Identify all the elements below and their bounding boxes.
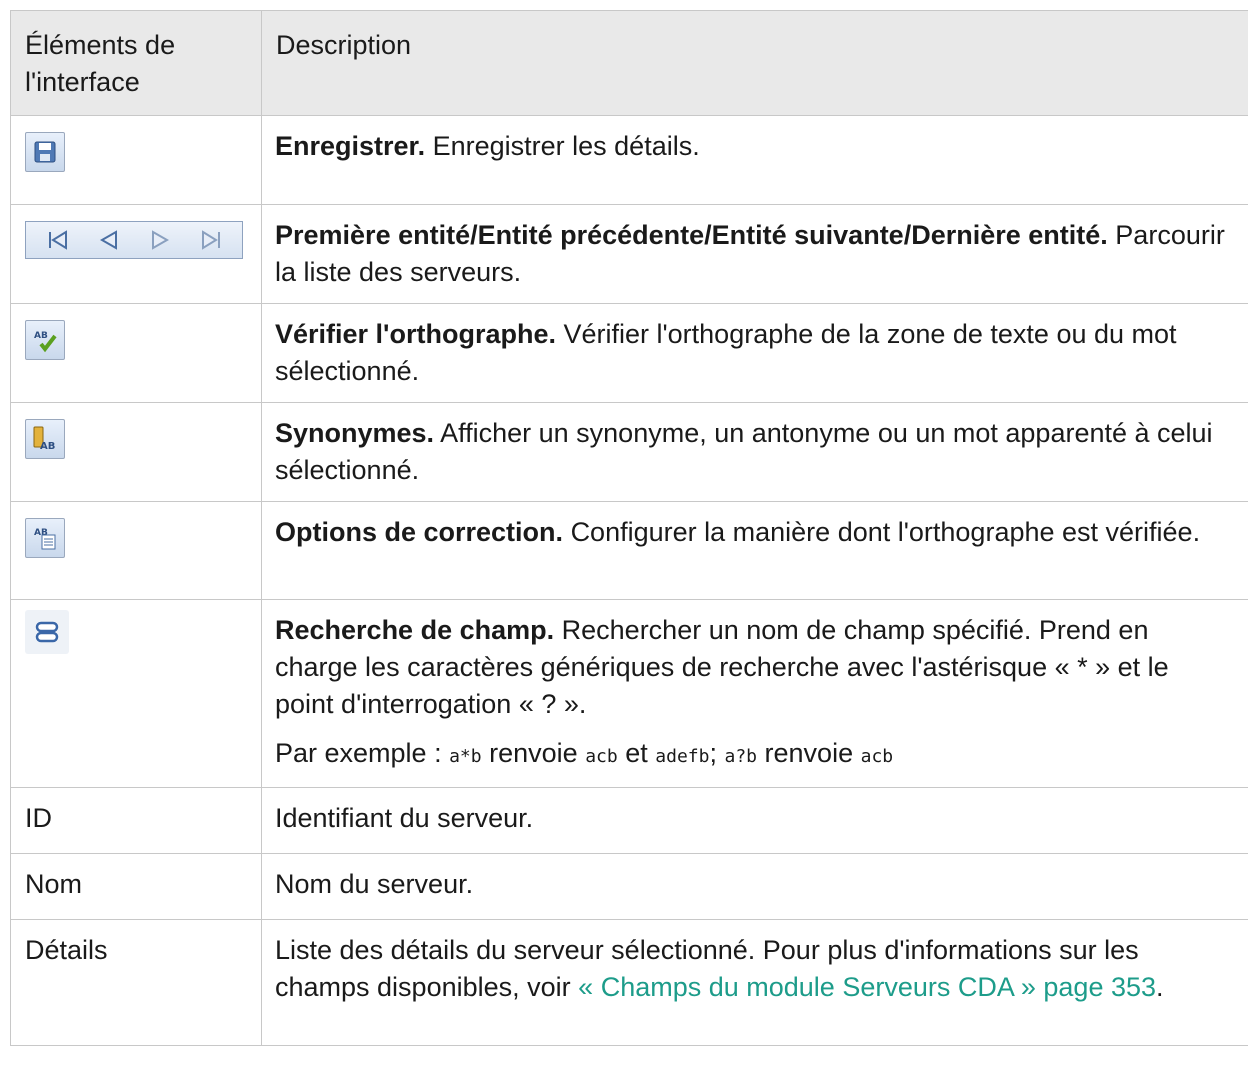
ui-element-cell: AB xyxy=(10,501,262,600)
svg-text:AB: AB xyxy=(34,331,48,341)
code-sample: acb xyxy=(860,746,894,767)
row-title: Recherche de champ. xyxy=(275,615,555,645)
table-row: Détails Liste des détails du serveur sél… xyxy=(10,919,1248,1046)
example-line: Par exemple : a*b renvoie acb et adefb; … xyxy=(275,735,1232,775)
header-description: Description xyxy=(261,10,1248,116)
table-row: AB Vérifier l'orthographe. Vérifier l'or… xyxy=(10,303,1248,403)
example-word: renvoie xyxy=(489,738,578,768)
description-cell: Options de correction. Configurer la man… xyxy=(261,501,1248,600)
svg-text:AB: AB xyxy=(40,441,55,452)
field-label-nom: Nom xyxy=(25,869,83,899)
next-entity-icon[interactable] xyxy=(147,228,173,252)
ui-element-cell: Détails xyxy=(10,919,262,1046)
example-word: renvoie xyxy=(764,738,854,768)
last-entity-icon[interactable] xyxy=(198,228,224,252)
description-cell: Vérifier l'orthographe. Vérifier l'ortho… xyxy=(261,303,1248,403)
navigation-toolbar xyxy=(25,221,243,259)
row-title: Synonymes. xyxy=(275,418,435,448)
row-text: Identifiant du serveur. xyxy=(275,803,534,833)
example-word: et xyxy=(625,738,648,768)
table-row: AB Options de correction. Configurer la … xyxy=(10,501,1248,600)
description-cell: Identifiant du serveur. xyxy=(261,787,1248,854)
row-text: Enregistrer les détails. xyxy=(432,131,700,161)
field-label-id: ID xyxy=(25,803,52,833)
table-header-row: Éléments de l'interface Description xyxy=(10,10,1248,116)
code-sample: adefb xyxy=(655,746,710,767)
description-cell: Recherche de champ. Rechercher un nom de… xyxy=(261,599,1248,788)
code-sample: a*b xyxy=(449,746,482,767)
ui-element-cell xyxy=(10,204,262,304)
ui-element-cell: AB xyxy=(10,402,262,502)
spell-check-icon[interactable]: AB xyxy=(25,320,65,360)
field-label-details: Détails xyxy=(25,935,108,965)
row-text: Configurer la manière dont l'orthographe… xyxy=(570,517,1201,547)
table-row: Nom Nom du serveur. xyxy=(10,853,1248,920)
row-text: Nom du serveur. xyxy=(275,869,474,899)
description-cell: Liste des détails du serveur sélectionné… xyxy=(261,919,1248,1046)
row-title: Première entité/Entité précédente/Entité… xyxy=(275,220,1108,250)
description-cell: Première entité/Entité précédente/Entité… xyxy=(261,204,1248,304)
fields-link[interactable]: « Champs du module Serveurs CDA » page 3… xyxy=(578,972,1156,1002)
row-title: Options de correction. xyxy=(275,517,564,547)
example-separator: ; xyxy=(709,738,717,768)
table-row: AB Synonymes. Afficher un synonyme, un a… xyxy=(10,402,1248,502)
code-sample: a?b xyxy=(724,746,758,767)
table-row: Première entité/Entité précédente/Entité… xyxy=(10,204,1248,304)
table-row: Enregistrer. Enregistrer les détails. xyxy=(10,115,1248,205)
table-row: ID Identifiant du serveur. xyxy=(10,787,1248,854)
sentence-end: . xyxy=(1156,972,1164,1002)
row-title: Enregistrer. xyxy=(275,131,426,161)
first-entity-icon[interactable] xyxy=(45,228,71,252)
description-cell: Synonymes. Afficher un synonyme, un anto… xyxy=(261,402,1248,502)
ui-element-cell: ID xyxy=(10,787,262,854)
ui-element-cell: AB xyxy=(10,303,262,403)
ui-element-cell xyxy=(10,115,262,205)
description-cell: Nom du serveur. xyxy=(261,853,1248,920)
row-title: Vérifier l'orthographe. xyxy=(275,319,556,349)
code-sample: acb xyxy=(585,746,618,767)
table-row: Recherche de champ. Rechercher un nom de… xyxy=(10,599,1248,788)
ui-element-cell: Nom xyxy=(10,853,262,920)
thesaurus-icon[interactable]: AB xyxy=(25,419,65,459)
spelling-options-icon[interactable]: AB xyxy=(25,518,65,558)
ui-element-cell xyxy=(10,599,262,788)
previous-entity-icon[interactable] xyxy=(96,228,122,252)
header-ui-elements: Éléments de l'interface xyxy=(10,10,262,116)
ui-elements-table: Éléments de l'interface Description Enre… xyxy=(10,10,1248,1046)
save-icon[interactable] xyxy=(25,132,65,172)
description-cell: Enregistrer. Enregistrer les détails. xyxy=(261,115,1248,205)
example-prefix: Par exemple : xyxy=(275,738,442,768)
field-search-icon[interactable] xyxy=(25,610,69,654)
